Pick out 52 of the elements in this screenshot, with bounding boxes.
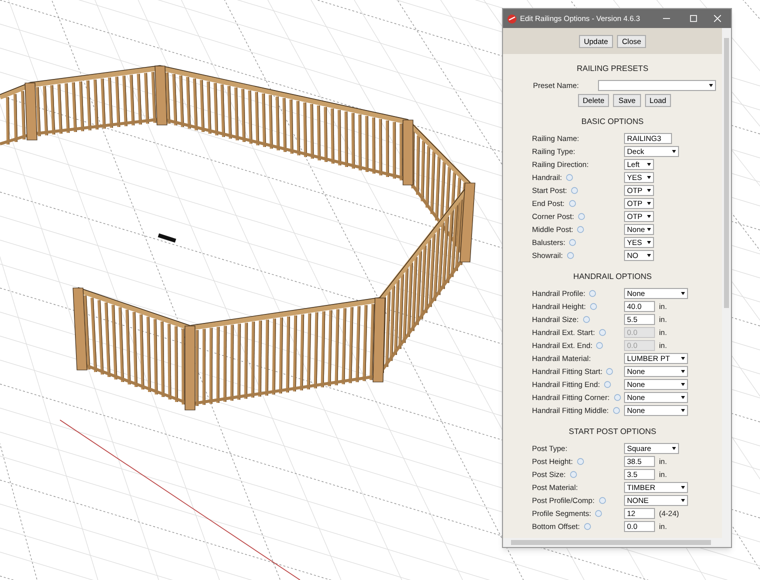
- caret-icon: [647, 254, 651, 257]
- help-icon[interactable]: [584, 523, 591, 530]
- help-icon[interactable]: [576, 458, 584, 465]
- caret-icon: [681, 370, 685, 373]
- caret-icon: [647, 241, 651, 244]
- help-icon[interactable]: [578, 213, 586, 220]
- caret-icon: [681, 396, 685, 399]
- help-icon[interactable]: [569, 239, 576, 246]
- help-icon[interactable]: [606, 368, 614, 375]
- section-heading: START POST OPTIONS: [568, 426, 658, 438]
- caret-icon: [672, 150, 676, 153]
- caret-icon: [647, 163, 651, 166]
- preset-dropdown[interactable]: [598, 80, 716, 91]
- caret-icon: [647, 189, 651, 192]
- help-icon[interactable]: [566, 252, 574, 259]
- caret-icon: [681, 486, 685, 489]
- close-icon[interactable]: [714, 15, 721, 22]
- app-icon: [507, 14, 517, 24]
- help-icon[interactable]: [612, 407, 620, 414]
- caret-icon: [681, 383, 685, 386]
- help-icon[interactable]: [598, 497, 606, 504]
- caret-icon: [647, 215, 651, 218]
- model-tag-marker: [158, 233, 176, 243]
- help-icon[interactable]: [568, 200, 576, 207]
- horizontal-scrollbar[interactable]: [503, 538, 731, 547]
- caret-icon: [647, 176, 651, 179]
- caret-icon: [681, 292, 685, 295]
- help-icon[interactable]: [582, 316, 590, 323]
- section-heading: HANDRAIL OPTIONS: [572, 271, 653, 283]
- help-icon[interactable]: [570, 471, 577, 478]
- help-icon[interactable]: [589, 290, 596, 297]
- scrollbar-thumb[interactable]: [511, 540, 711, 545]
- help-icon[interactable]: [577, 226, 584, 233]
- help-icon[interactable]: [595, 510, 602, 517]
- caret-icon: [681, 357, 685, 360]
- caret-icon: [681, 409, 685, 412]
- help-icon[interactable]: [614, 394, 621, 401]
- caret-icon: [681, 499, 685, 502]
- help-icon[interactable]: [571, 187, 578, 194]
- minimize-icon[interactable]: [663, 15, 670, 22]
- section-heading: RAILING PRESETS: [576, 63, 650, 75]
- scrollbar-thumb[interactable]: [724, 38, 729, 308]
- caret-icon: [672, 447, 676, 450]
- vertical-scrollbar[interactable]: [722, 28, 731, 538]
- help-icon[interactable]: [604, 381, 611, 388]
- caret-icon: [647, 228, 651, 231]
- caret-icon: [709, 84, 713, 87]
- help-icon[interactable]: [590, 303, 597, 310]
- caret-icon: [647, 202, 651, 205]
- maximize-icon[interactable]: [690, 15, 697, 22]
- section-heading: BASIC OPTIONS: [580, 116, 645, 128]
- help-icon[interactable]: [566, 174, 574, 181]
